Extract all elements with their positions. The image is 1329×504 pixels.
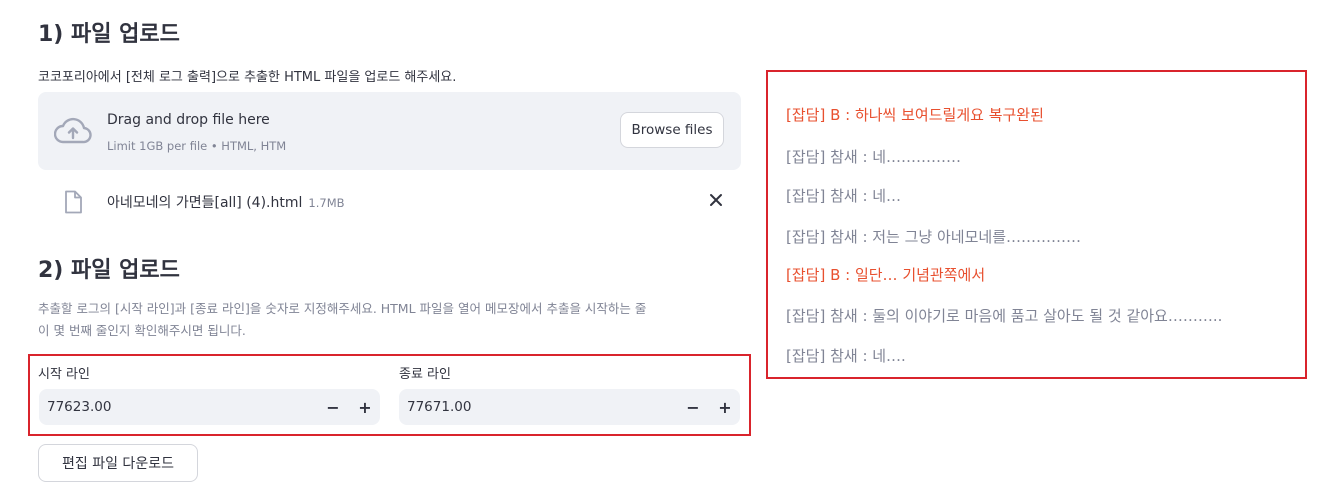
section2-description-line1: 추출할 로그의 [시작 라인]과 [종료 라인]을 숫자로 지정해주세요. HT… (38, 301, 647, 316)
log-line: [잡담] 참새 : 네… (786, 187, 902, 205)
start-line-value[interactable]: 77623.00 (47, 389, 111, 425)
end-line-decrement-button[interactable]: − (681, 395, 705, 419)
uploaded-file-size: 1.7MB (308, 196, 345, 210)
uploaded-file-name: 아네모네의 가면들[all] (4).html (107, 195, 303, 211)
end-line-increment-button[interactable]: + (713, 395, 737, 419)
section1-description: 코코포리아에서 [전체 로그 출력]으로 추출한 HTML 파일을 업로드 해주… (38, 70, 457, 85)
start-line-decrement-button[interactable]: − (321, 395, 345, 419)
file-dropzone[interactable]: Drag and drop file here Limit 1GB per fi… (38, 92, 741, 170)
log-line: [잡담] 참새 : 네…. (786, 347, 906, 365)
log-line: [잡담] B : 하나씩 보여드릴게요 복구완된 (786, 106, 1044, 124)
dropzone-title: Drag and drop file here (107, 112, 270, 128)
log-line: [잡담] B : 일단… 기념관쪽에서 (786, 266, 986, 284)
section2-description-line2: 이 몇 번째 줄인지 확인해주시면 됩니다. (38, 323, 246, 338)
download-edited-file-button[interactable]: 편집 파일 다운로드 (38, 444, 198, 482)
start-line-increment-button[interactable]: + (353, 395, 377, 419)
start-line-input[interactable]: 77623.00 − + (39, 389, 380, 425)
section2-title: 2) 파일 업로드 (38, 258, 180, 283)
section2-description: 추출할 로그의 [시작 라인]과 [종료 라인]을 숫자로 지정해주세요. HT… (38, 298, 738, 342)
start-line-label: 시작 라인 (38, 367, 90, 382)
end-line-input[interactable]: 77671.00 − + (399, 389, 740, 425)
uploaded-file-row: 아네모네의 가면들[all] (4).html 1.7MB (38, 184, 741, 220)
log-line: [잡담] 참새 : 네…………… (786, 148, 962, 166)
end-line-label: 종료 라인 (399, 367, 451, 382)
log-line: [잡담] 참새 : 둘의 이야기로 마음에 품고 살아도 될 것 같아요……….… (786, 307, 1223, 325)
file-icon (65, 190, 82, 214)
section1-title: 1) 파일 업로드 (38, 22, 180, 47)
browse-files-button[interactable]: Browse files (620, 112, 724, 148)
cloud-upload-icon (54, 117, 92, 144)
end-line-value[interactable]: 77671.00 (407, 389, 471, 425)
close-icon[interactable] (706, 190, 726, 210)
dropzone-limit: Limit 1GB per file • HTML, HTM (107, 139, 287, 153)
log-line: [잡담] 참새 : 저는 그냥 아네모네를…………… (786, 228, 1081, 246)
